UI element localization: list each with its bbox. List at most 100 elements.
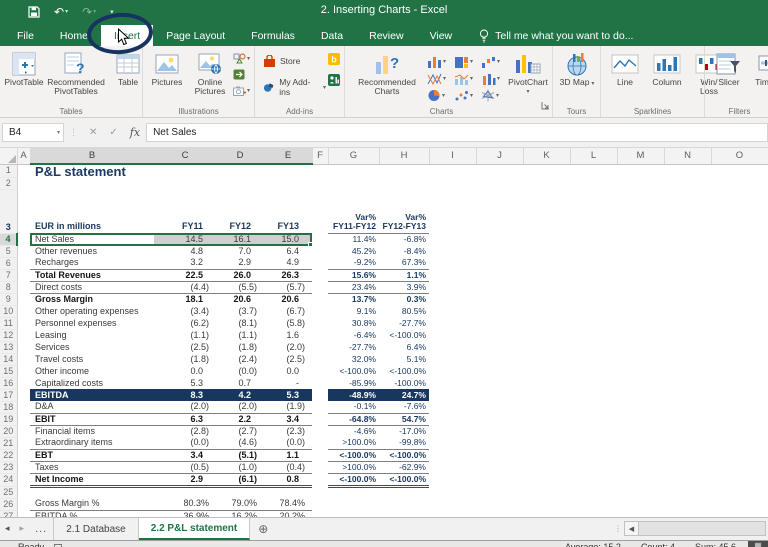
- pivotchart-button[interactable]: PivotChart ▾: [508, 49, 548, 97]
- cell[interactable]: [429, 461, 476, 473]
- column-header-O[interactable]: O: [711, 148, 768, 165]
- cell-B11[interactable]: Personnel expenses: [30, 317, 154, 329]
- cell-H9[interactable]: 0.3%: [379, 293, 429, 305]
- cell[interactable]: [570, 449, 617, 461]
- cell[interactable]: [17, 413, 30, 425]
- cell-B15[interactable]: Other income: [30, 365, 154, 377]
- cell[interactable]: [664, 437, 711, 449]
- insert-statistic-chart-button[interactable]: ▾: [481, 71, 506, 86]
- cell-C15[interactable]: 0.0: [154, 365, 216, 377]
- cell[interactable]: [664, 164, 711, 177]
- cell[interactable]: [17, 257, 30, 269]
- cell-C1[interactable]: [154, 164, 216, 177]
- cell[interactable]: [476, 473, 523, 486]
- cell[interactable]: [711, 317, 768, 329]
- cell[interactable]: [664, 269, 711, 281]
- cell-H20[interactable]: -17.0%: [379, 425, 429, 437]
- cell-E2[interactable]: [264, 177, 312, 189]
- row-header-27[interactable]: 27: [0, 510, 18, 517]
- cell[interactable]: [429, 189, 476, 233]
- row-header-16[interactable]: 16: [0, 377, 18, 390]
- cell[interactable]: [312, 353, 328, 365]
- cell-G5[interactable]: 45.2%: [328, 245, 379, 257]
- cell-E26[interactable]: 78.4%: [264, 498, 312, 511]
- row-header-18[interactable]: 18: [0, 401, 18, 414]
- slicer-button[interactable]: Slicer: [709, 49, 749, 88]
- cell-G15[interactable]: <-100.0%: [328, 365, 379, 377]
- cell-H18[interactable]: -7.6%: [379, 401, 429, 414]
- cell[interactable]: [523, 269, 570, 281]
- cell-E7[interactable]: 26.3: [264, 269, 312, 282]
- ribbon-tab-view[interactable]: View: [417, 25, 466, 46]
- row-header-10[interactable]: 10: [0, 305, 18, 318]
- cell-E22[interactable]: 1.1: [264, 449, 312, 462]
- cell-E14[interactable]: (2.5): [264, 353, 312, 365]
- cell[interactable]: [664, 257, 711, 269]
- cell[interactable]: [429, 389, 476, 401]
- insert-combo-chart-button[interactable]: ▾: [454, 71, 479, 86]
- cell-B2[interactable]: [30, 177, 154, 189]
- cell[interactable]: [17, 449, 30, 461]
- cell-C16[interactable]: 5.3: [154, 377, 216, 389]
- cell-E5[interactable]: 6.4: [264, 245, 312, 257]
- cell[interactable]: [312, 233, 328, 245]
- cell-H16[interactable]: -100.0%: [379, 377, 429, 389]
- cell[interactable]: [570, 437, 617, 449]
- pictures-button[interactable]: Pictures: [147, 49, 187, 88]
- cell[interactable]: [523, 437, 570, 449]
- cell[interactable]: [664, 461, 711, 473]
- cell[interactable]: [429, 401, 476, 413]
- cell[interactable]: [312, 413, 328, 425]
- cell[interactable]: [476, 245, 523, 257]
- tell-me-box[interactable]: Tell me what you want to do...: [479, 25, 633, 46]
- cell-B7[interactable]: Total Revenues: [30, 269, 154, 282]
- horizontal-scrollbar[interactable]: ⋮ ◀: [614, 521, 766, 536]
- name-box[interactable]: B4 ▾: [2, 123, 64, 142]
- cell[interactable]: [711, 189, 768, 233]
- cell-B4[interactable]: Net Sales: [30, 233, 154, 245]
- cell[interactable]: [17, 461, 30, 473]
- cell[interactable]: [17, 177, 30, 189]
- recommended-charts-button[interactable]: ? Recommended Charts: [349, 49, 425, 97]
- cell[interactable]: [429, 269, 476, 281]
- cell[interactable]: [312, 305, 328, 317]
- formula-input[interactable]: Net Sales: [146, 123, 768, 142]
- cell-E20[interactable]: (2.3): [264, 425, 312, 437]
- row-header-6[interactable]: 6: [0, 257, 18, 270]
- cell-G27[interactable]: [328, 510, 379, 517]
- cell[interactable]: [570, 189, 617, 233]
- sheet-tab-2-2-p-l-statement[interactable]: 2.2 P&L statement: [138, 518, 251, 540]
- cell[interactable]: [429, 233, 476, 245]
- cell[interactable]: [523, 389, 570, 401]
- scrollbar-splitter[interactable]: ⋮: [614, 524, 622, 533]
- cell[interactable]: [664, 177, 711, 189]
- cell[interactable]: [617, 353, 664, 365]
- cell-D5[interactable]: 7.0: [216, 245, 264, 257]
- recommended-pivottables-button[interactable]: ? Recommended PivotTables: [46, 49, 106, 97]
- cell[interactable]: [711, 329, 768, 341]
- cell-C22[interactable]: 3.4: [154, 449, 216, 462]
- cell[interactable]: [476, 269, 523, 281]
- cell[interactable]: [523, 177, 570, 189]
- cell[interactable]: [429, 293, 476, 305]
- cell-G13[interactable]: -27.7%: [328, 341, 379, 353]
- cell[interactable]: [17, 437, 30, 449]
- cell[interactable]: [312, 473, 328, 486]
- cell[interactable]: [17, 281, 30, 293]
- cell[interactable]: [711, 305, 768, 317]
- cell[interactable]: [476, 317, 523, 329]
- cell[interactable]: [312, 437, 328, 449]
- sheet-nav-right-icon[interactable]: ▸: [15, 518, 30, 540]
- cell-C17[interactable]: 8.3: [154, 389, 216, 401]
- cell-D23[interactable]: (1.0): [216, 461, 264, 474]
- cell-G11[interactable]: 30.8%: [328, 317, 379, 329]
- cell-G4[interactable]: 11.4%: [328, 233, 379, 245]
- cell-B27[interactable]: EBITDA %: [30, 510, 154, 517]
- store-button[interactable]: Store: [263, 52, 326, 70]
- cell[interactable]: [617, 329, 664, 341]
- cell[interactable]: [711, 245, 768, 257]
- cell[interactable]: [570, 377, 617, 389]
- cell-C20[interactable]: (2.8): [154, 425, 216, 437]
- cell-B24[interactable]: Net Income: [30, 473, 154, 488]
- cell-B23[interactable]: Taxes: [30, 461, 154, 474]
